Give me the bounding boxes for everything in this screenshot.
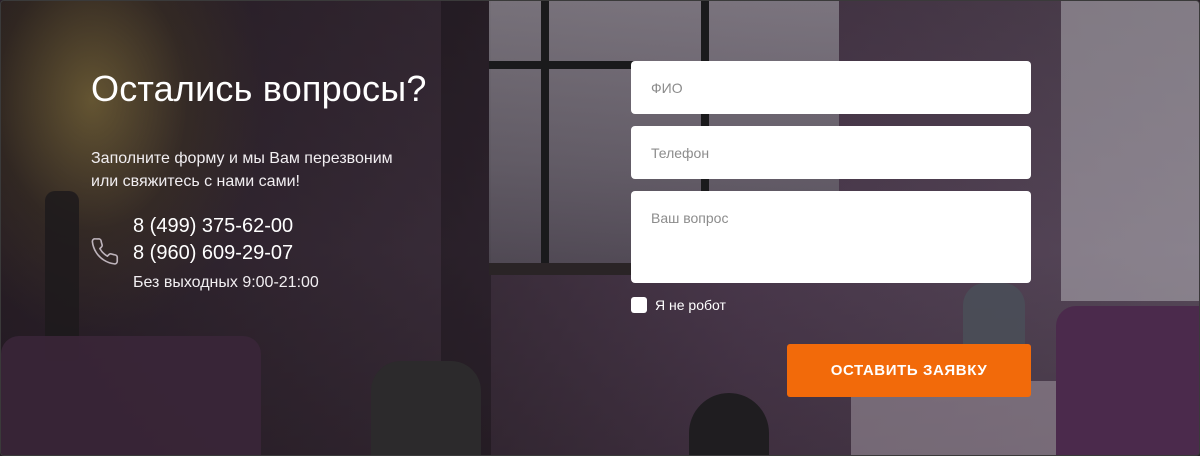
contact-info: Остались вопросы? Заполните форму и мы В…	[91, 67, 451, 291]
phone-input[interactable]	[631, 126, 1031, 179]
phone-list: 8 (499) 375-62-00 8 (960) 609-29-07 Без …	[133, 213, 319, 293]
name-input[interactable]	[631, 61, 1031, 114]
submit-button[interactable]: ОСТАВИТЬ ЗАЯВКУ	[787, 344, 1031, 397]
background-lamp	[689, 393, 769, 455]
background-window-right	[1061, 1, 1199, 301]
captcha-checkbox[interactable]	[631, 297, 647, 313]
callback-form: Я не робот ОСТАВИТЬ ЗАЯВКУ	[631, 61, 1031, 397]
working-hours: Без выходных 9:00-21:00	[133, 274, 319, 291]
subtitle-line: или свяжитесь с нами сами!	[91, 173, 300, 190]
subtitle-line: Заполните форму и мы Вам перезвоним	[91, 150, 393, 167]
phone-link-2[interactable]: 8 (960) 609-29-07	[133, 240, 319, 267]
phone-link-1[interactable]: 8 (499) 375-62-00	[133, 213, 319, 240]
background-sofa	[1, 336, 261, 455]
background-armchair	[1056, 306, 1199, 455]
callback-banner: Остались вопросы? Заполните форму и мы В…	[0, 0, 1200, 456]
question-textarea[interactable]	[631, 191, 1031, 283]
captcha-row: Я не робот	[631, 295, 1031, 315]
captcha-label: Я не робот	[655, 297, 726, 313]
section-subtitle: Заполните форму и мы Вам перезвоним или …	[91, 147, 451, 193]
window-frame	[541, 1, 549, 271]
section-title: Остались вопросы?	[91, 68, 427, 109]
phone-icon	[91, 238, 119, 265]
background-chair	[371, 361, 481, 455]
